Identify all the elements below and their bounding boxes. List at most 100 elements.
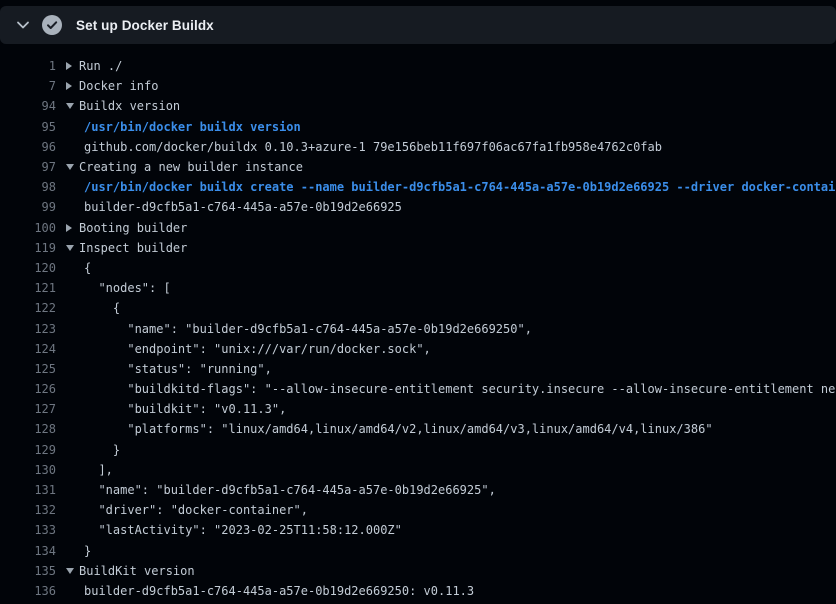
line-number[interactable]: 98 bbox=[0, 180, 56, 194]
log-line: 128 "platforms": "linux/amd64,linux/amd6… bbox=[0, 419, 836, 439]
output-text: "lastActivity": "2023-02-25T11:58:12.000… bbox=[84, 523, 402, 537]
line-number[interactable]: 129 bbox=[0, 443, 56, 457]
log-content: "lastActivity": "2023-02-25T11:58:12.000… bbox=[66, 523, 402, 537]
log-line: 134 } bbox=[0, 541, 836, 561]
line-number[interactable]: 133 bbox=[0, 523, 56, 537]
line-number[interactable]: 120 bbox=[0, 261, 56, 275]
log-line: 95 /usr/bin/docker buildx version bbox=[0, 117, 836, 137]
log-line: 120 { bbox=[0, 258, 836, 278]
triangle-down-icon bbox=[66, 245, 79, 251]
line-number[interactable]: 131 bbox=[0, 483, 56, 497]
output-text: "buildkit": "v0.11.3", bbox=[84, 402, 286, 416]
log-line: 135 BuildKit version bbox=[0, 561, 836, 581]
output-text: "endpoint": "unix:///var/run/docker.sock… bbox=[84, 342, 431, 356]
output-text: "name": "builder-d9cfb5a1-c764-445a-a57e… bbox=[84, 322, 532, 336]
output-text: "name": "builder-d9cfb5a1-c764-445a-a57e… bbox=[84, 483, 496, 497]
log-line: 125 "status": "running", bbox=[0, 359, 836, 379]
group-title: Inspect builder bbox=[79, 241, 187, 255]
log-group-toggle[interactable]: Run ./ bbox=[66, 59, 122, 73]
log-group-toggle[interactable]: Booting builder bbox=[66, 221, 187, 235]
output-text: } bbox=[84, 443, 120, 457]
log-line: 133 "lastActivity": "2023-02-25T11:58:12… bbox=[0, 520, 836, 540]
log-content: ], bbox=[66, 463, 113, 477]
line-number[interactable]: 124 bbox=[0, 342, 56, 356]
log-line: 130 ], bbox=[0, 460, 836, 480]
triangle-right-icon bbox=[66, 224, 79, 232]
log-content: "driver": "docker-container", bbox=[66, 503, 308, 517]
output-text: builder-d9cfb5a1-c764-445a-a57e-0b19d2e6… bbox=[84, 584, 474, 598]
log-line: 7 Docker info bbox=[0, 76, 836, 96]
line-number[interactable]: 119 bbox=[0, 241, 56, 255]
log-line: 129 } bbox=[0, 440, 836, 460]
log-line: 1 Run ./ bbox=[0, 56, 836, 76]
output-text: } bbox=[84, 544, 91, 558]
check-circle-icon bbox=[42, 15, 62, 35]
triangle-down-icon bbox=[66, 568, 79, 574]
log-line: 99 builder-d9cfb5a1-c764-445a-a57e-0b19d… bbox=[0, 197, 836, 217]
output-text: "status": "running", bbox=[84, 362, 272, 376]
log-group-toggle[interactable]: Inspect builder bbox=[66, 241, 187, 255]
log-line: 131 "name": "builder-d9cfb5a1-c764-445a-… bbox=[0, 480, 836, 500]
line-number[interactable]: 99 bbox=[0, 200, 56, 214]
chevron-down-icon bbox=[15, 17, 31, 33]
group-title: BuildKit version bbox=[79, 564, 195, 578]
output-text: ], bbox=[84, 463, 113, 477]
group-title: Booting builder bbox=[79, 221, 187, 235]
output-text: { bbox=[84, 301, 120, 315]
output-text: "platforms": "linux/amd64,linux/amd64/v2… bbox=[84, 422, 713, 436]
log-line: 96 github.com/docker/buildx 0.10.3+azure… bbox=[0, 137, 836, 157]
output-text: "buildkitd-flags": "--allow-insecure-ent… bbox=[84, 382, 836, 396]
log-group-toggle[interactable]: Creating a new builder instance bbox=[66, 160, 303, 174]
line-number[interactable]: 100 bbox=[0, 221, 56, 235]
line-number[interactable]: 135 bbox=[0, 564, 56, 578]
log-content: "name": "builder-d9cfb5a1-c764-445a-a57e… bbox=[66, 483, 496, 497]
line-number[interactable]: 136 bbox=[0, 584, 56, 598]
line-number[interactable]: 132 bbox=[0, 503, 56, 517]
log-group-toggle[interactable]: BuildKit version bbox=[66, 564, 195, 578]
log-content: "name": "builder-d9cfb5a1-c764-445a-a57e… bbox=[66, 322, 532, 336]
output-text: builder-d9cfb5a1-c764-445a-a57e-0b19d2e6… bbox=[84, 200, 402, 214]
line-number[interactable]: 121 bbox=[0, 281, 56, 295]
output-text: { bbox=[84, 261, 91, 275]
group-title: Run ./ bbox=[79, 59, 122, 73]
triangle-right-icon bbox=[66, 82, 79, 90]
line-number[interactable]: 97 bbox=[0, 160, 56, 174]
log-line: 127 "buildkit": "v0.11.3", bbox=[0, 399, 836, 419]
log-line: 122 { bbox=[0, 298, 836, 318]
log-content: "buildkit": "v0.11.3", bbox=[66, 402, 286, 416]
log-content: { bbox=[66, 301, 120, 315]
triangle-right-icon bbox=[66, 62, 79, 70]
step-title: Set up Docker Buildx bbox=[76, 18, 214, 33]
log-line: 97 Creating a new builder instance bbox=[0, 157, 836, 177]
log-group-toggle[interactable]: Docker info bbox=[66, 79, 158, 93]
line-number[interactable]: 7 bbox=[0, 79, 56, 93]
line-number[interactable]: 128 bbox=[0, 422, 56, 436]
line-number[interactable]: 127 bbox=[0, 402, 56, 416]
line-number[interactable]: 96 bbox=[0, 140, 56, 154]
log-line: 123 "name": "builder-d9cfb5a1-c764-445a-… bbox=[0, 318, 836, 338]
log-group-toggle[interactable]: Buildx version bbox=[66, 99, 180, 113]
command-text: /usr/bin/docker buildx create --name bui… bbox=[84, 180, 836, 194]
log-content: } bbox=[66, 443, 120, 457]
line-number[interactable]: 1 bbox=[0, 59, 56, 73]
line-number[interactable]: 126 bbox=[0, 382, 56, 396]
log-line: 136 builder-d9cfb5a1-c764-445a-a57e-0b19… bbox=[0, 581, 836, 601]
log-line: 119 Inspect builder bbox=[0, 238, 836, 258]
command-text: /usr/bin/docker buildx version bbox=[84, 120, 301, 134]
triangle-down-icon bbox=[66, 103, 79, 109]
line-number[interactable]: 125 bbox=[0, 362, 56, 376]
line-number[interactable]: 123 bbox=[0, 322, 56, 336]
line-number[interactable]: 94 bbox=[0, 99, 56, 113]
line-number[interactable]: 130 bbox=[0, 463, 56, 477]
log-content: "endpoint": "unix:///var/run/docker.sock… bbox=[66, 342, 431, 356]
output-text: "driver": "docker-container", bbox=[84, 503, 308, 517]
line-number[interactable]: 122 bbox=[0, 301, 56, 315]
line-number[interactable]: 134 bbox=[0, 544, 56, 558]
line-number[interactable]: 95 bbox=[0, 120, 56, 134]
log-line: 132 "driver": "docker-container", bbox=[0, 500, 836, 520]
step-header[interactable]: Set up Docker Buildx bbox=[0, 6, 836, 44]
output-text: "nodes": [ bbox=[84, 281, 171, 295]
group-title: Docker info bbox=[79, 79, 158, 93]
log-line: 100 Booting builder bbox=[0, 218, 836, 238]
group-title: Creating a new builder instance bbox=[79, 160, 303, 174]
